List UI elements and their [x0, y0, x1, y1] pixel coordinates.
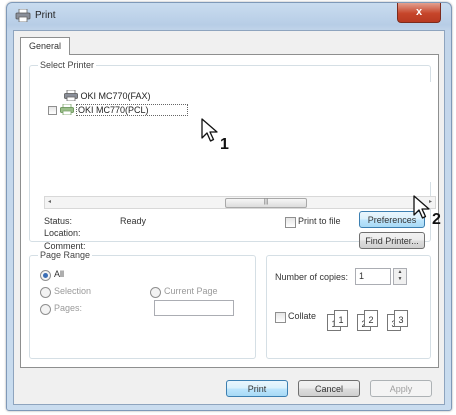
pages-radio[interactable]	[40, 304, 51, 315]
status-label: Status:	[44, 216, 73, 226]
pages-label: Pages:	[54, 303, 83, 313]
collate-page: 2	[364, 310, 378, 327]
find-printer-button[interactable]: Find Printer...	[359, 232, 425, 249]
collate-page: 3	[394, 310, 408, 327]
pointer-cursor-icon	[200, 118, 220, 146]
all-radio[interactable]	[40, 270, 51, 281]
tab-general[interactable]: General	[20, 37, 70, 55]
number-of-copies-label: Number of copies:	[275, 272, 349, 282]
collate-page: 1	[334, 310, 348, 327]
close-button[interactable]: x	[397, 3, 441, 23]
dialog-body: General Select Printer OKI MC770(FAX) OK…	[13, 30, 445, 405]
printer-icon	[15, 8, 31, 23]
general-tab-panel: Select Printer OKI MC770(FAX) OKI MC770(…	[20, 54, 439, 368]
scroll-left-icon[interactable]: ◂	[48, 197, 51, 208]
collate-checkbox[interactable]	[275, 312, 286, 323]
print-button[interactable]: Print	[226, 380, 288, 397]
scroll-thumb[interactable]: |||	[225, 198, 307, 208]
select-printer-label: Select Printer	[38, 60, 97, 70]
printer-item-fax[interactable]: OKI MC770(FAX)	[64, 89, 151, 103]
printer-list[interactable]: OKI MC770(FAX) OKI MC770(PCL)	[44, 82, 434, 182]
print-to-file-label: Print to file	[298, 216, 341, 226]
printer-checkbox[interactable]	[48, 106, 57, 115]
page-range-label: Page Range	[38, 250, 93, 260]
copies-input[interactable]: 1	[355, 268, 391, 285]
collate-icon: 1 1 2 2 3 3	[327, 310, 427, 340]
print-dialog: Print x General Select Printer OKI MC770…	[6, 2, 452, 411]
printer-item-pcl[interactable]: OKI MC770(PCL)	[48, 103, 188, 117]
page-range-group: Page Range All Selection Current Page Pa…	[29, 250, 256, 359]
location-label: Location:	[44, 228, 81, 238]
selection-radio[interactable]	[40, 287, 51, 298]
selection-label: Selection	[54, 286, 92, 296]
printer-icon	[59, 103, 74, 117]
apply-button[interactable]: Apply	[370, 380, 432, 397]
printer-icon	[64, 89, 78, 103]
printer-name: OKI MC770(FAX)	[80, 90, 151, 101]
step-1-label: 1	[220, 136, 229, 153]
window-title: Print	[35, 10, 56, 21]
spin-down-icon[interactable]: ▼	[394, 276, 406, 283]
collate-label: Collate	[288, 311, 317, 321]
close-icon: x	[415, 6, 423, 18]
spin-up-icon[interactable]: ▲	[394, 269, 406, 276]
copies-group: Number of copies: 1 ▲ ▼ Collate 1 1 2 2 …	[266, 255, 431, 359]
printer-list-scrollbar[interactable]: ◂ ||| ▸	[44, 196, 436, 209]
current-page-radio[interactable]	[150, 287, 161, 298]
pages-input[interactable]	[154, 300, 234, 316]
all-label: All	[54, 269, 65, 279]
step-2-label: 2	[432, 211, 441, 228]
copies-spinner[interactable]: ▲ ▼	[393, 268, 407, 285]
printer-name: OKI MC770(PCL)	[76, 103, 188, 116]
select-printer-group: Select Printer OKI MC770(FAX) OKI MC770(…	[29, 60, 436, 251]
print-to-file-checkbox[interactable]	[285, 217, 296, 228]
current-page-label: Current Page	[164, 286, 218, 296]
title-bar[interactable]: Print x	[7, 3, 451, 29]
pointer-cursor-icon	[412, 195, 432, 223]
cancel-button[interactable]: Cancel	[298, 380, 360, 397]
status-value: Ready	[120, 216, 147, 226]
